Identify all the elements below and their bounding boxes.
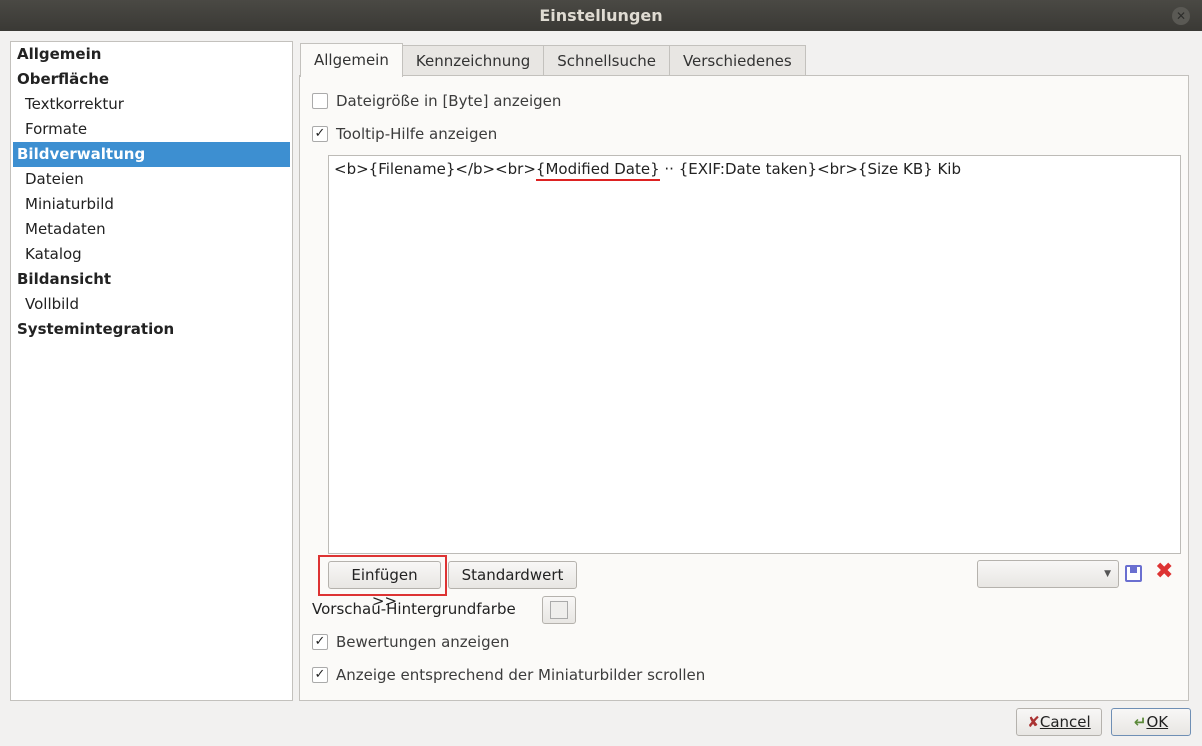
template-text: ·· {EXIF:Date taken}<br>{Size KB} Kib	[659, 160, 961, 178]
sidebar-item[interactable]: Bildansicht	[11, 267, 292, 292]
default-button[interactable]: Standardwert	[448, 561, 577, 589]
sidebar-item[interactable]: Vollbild	[11, 292, 292, 317]
ok-button[interactable]: ↵OK	[1111, 708, 1191, 736]
sidebar-item[interactable]: Systemintegration	[11, 317, 292, 342]
cancel-icon: ✘	[1027, 713, 1040, 731]
checkbox-box[interactable]	[312, 93, 328, 109]
tooltip-template-editor[interactable]: <b>{Filename}</b><br>{Modified Date} ·· …	[328, 155, 1181, 554]
check-icon[interactable]: ✓	[312, 634, 328, 650]
sidebar-item[interactable]: Dateien	[11, 167, 292, 192]
scroll-label: Anzeige entsprechend der Miniaturbilder …	[336, 666, 706, 684]
tab-verschiedenes[interactable]: Verschiedenes	[668, 45, 806, 76]
filesize-label: Dateigröße in [Byte] anzeigen	[336, 92, 562, 110]
sidebar-item[interactable]: Allgemein	[11, 42, 292, 67]
sidebar-item[interactable]: Miniaturbild	[11, 192, 292, 217]
insert-button[interactable]: Einfügen >>	[328, 561, 441, 610]
close-icon[interactable]: ✕	[1172, 7, 1190, 25]
cancel-button[interactable]: ✘Cancel	[1016, 708, 1102, 736]
sidebar-item[interactable]: Katalog	[11, 242, 292, 267]
template-text-highlighted: {Modified Date}	[535, 160, 660, 181]
sidebar-item[interactable]: Oberfläche	[11, 67, 292, 92]
settings-category-list[interactable]: Allgemein Oberfläche Textkorrektur Formate B…	[10, 41, 293, 701]
sidebar-item[interactable]: Bildverwaltung	[13, 142, 290, 167]
sidebar-item[interactable]: Formate	[11, 117, 292, 142]
sidebar-item[interactable]: Metadaten	[11, 217, 292, 242]
title-bar: Einstellungen	[0, 0, 1202, 31]
tab-kennzeichnung[interactable]: Kennzeichnung	[401, 45, 545, 76]
tab-bar: Allgemein Kennzeichnung Schnellsuche Versch…	[300, 43, 806, 77]
ratings-label: Bewertungen anzeigen	[336, 633, 510, 651]
tooltip-checkbox[interactable]: ✓ Tooltip-Hilfe anzeigen	[312, 123, 497, 145]
preview-bg-label: Vorschau-Hintergrundfarbe	[312, 600, 516, 618]
preview-bg-color-button[interactable]	[542, 596, 576, 624]
tab-schnellsuche[interactable]: Schnellsuche	[543, 45, 670, 76]
ok-icon: ↵	[1133, 713, 1147, 731]
check-icon[interactable]: ✓	[312, 126, 328, 142]
check-icon[interactable]: ✓	[312, 667, 328, 683]
scroll-checkbox[interactable]: ✓ Anzeige entsprechend der Miniaturbilder…	[312, 664, 705, 686]
delete-icon[interactable]: ✖	[1155, 559, 1173, 584]
chevron-down-icon: ▼	[1104, 569, 1111, 579]
sidebar-item[interactable]: Textkorrektur	[11, 92, 292, 117]
cancel-label: Cancel	[1039, 713, 1091, 731]
ok-label: OK	[1146, 713, 1169, 731]
tab-allgemein[interactable]: Allgemein	[300, 43, 403, 77]
tooltip-label: Tooltip-Hilfe anzeigen	[336, 125, 498, 143]
template-select[interactable]: ▼	[977, 560, 1119, 588]
ratings-checkbox[interactable]: ✓ Bewertungen anzeigen	[312, 631, 509, 653]
filesize-checkbox[interactable]: Dateigröße in [Byte] anzeigen	[312, 90, 561, 112]
template-text: <b>{Filename}</b><br>	[334, 160, 536, 178]
save-icon[interactable]	[1125, 565, 1142, 582]
window-title: Einstellungen	[539, 6, 663, 25]
